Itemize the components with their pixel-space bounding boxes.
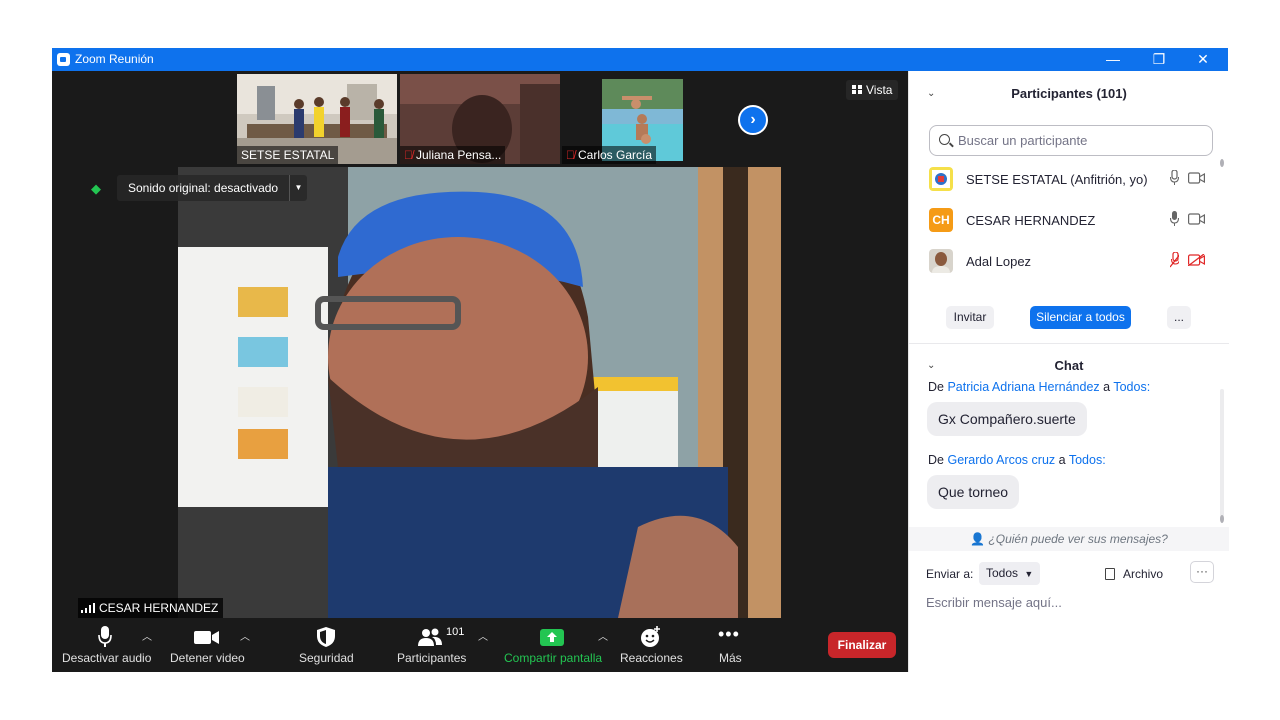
file-icon — [1105, 568, 1115, 580]
share-screen-button[interactable]: ︿ Compartir pantalla — [500, 620, 608, 672]
close-button[interactable]: ✕ — [1180, 48, 1226, 71]
thumbnail-video[interactable]: SETSE ESTATAL — [237, 74, 397, 164]
chat-bubble[interactable]: Gx Compañero.suerte — [927, 402, 1087, 436]
security-button[interactable]: Seguridad — [292, 620, 362, 672]
chevron-down-icon: ▼ — [1024, 569, 1034, 579]
send-to-dropdown[interactable]: Todos ▼ — [979, 562, 1041, 585]
chat-sender[interactable]: Patricia Adriana Hernández — [947, 381, 1099, 394]
participant-row[interactable]: Adal Lopez — [927, 247, 1207, 275]
chat-recipient[interactable]: Todos: — [1069, 453, 1106, 467]
video-camera-icon[interactable] — [1188, 213, 1205, 225]
window-title: Zoom Reunión — [75, 52, 154, 66]
participants-count: 101 — [446, 626, 465, 638]
send-to-label: Enviar a: — [926, 567, 974, 581]
microphone-icon — [98, 626, 112, 647]
chevron-up-icon[interactable]: ︿ — [142, 628, 152, 643]
chat-messages: De Patricia Adriana Hernández a Todos: G… — [909, 381, 1229, 527]
chevron-up-icon[interactable]: ︿ — [240, 628, 250, 643]
invite-button[interactable]: Invitar — [946, 306, 994, 329]
original-sound-toggle[interactable]: Sonido original: desactivado ▼ — [117, 175, 307, 201]
minimize-button[interactable]: — — [1090, 48, 1136, 71]
participant-search-input[interactable]: Buscar un participante — [929, 125, 1213, 156]
chat-scroll-track — [1220, 389, 1224, 521]
participant-list-scroll-track — [1220, 159, 1224, 289]
meeting-toolbar: ︿ Desactivar audio ︿ Detener video Segur… — [52, 620, 908, 672]
video-camera-icon[interactable] — [1188, 172, 1205, 184]
zoom-window: Zoom Reunión — ❐ ✕ SETSE ESTATAL 🎙̸ Juli… — [52, 48, 1229, 672]
mic-muted-icon: 🎙̸ — [566, 148, 575, 162]
participants-title: Participantes (101) — [1011, 86, 1127, 101]
chat-sender[interactable]: Gerardo Arcos cruz — [947, 453, 1055, 467]
video-area: SETSE ESTATAL 🎙̸ Juliana Pensa... 🎙̸ Carlo… — [52, 71, 908, 672]
grid-icon — [852, 85, 862, 94]
chat-scrollbar[interactable] — [1220, 515, 1224, 523]
encryption-shield-icon[interactable]: ◆ — [91, 181, 105, 196]
chat-title: Chat — [1054, 358, 1084, 373]
chat-message-input[interactable]: Escribir mensaje aquí... — [926, 595, 1062, 610]
speaker-name-label: CESAR HERNANDEZ — [78, 598, 224, 618]
who-can-see-messages-link[interactable]: 👤 ¿Quién puede ver sus mensajes? — [909, 527, 1229, 551]
host-logo-avatar — [929, 167, 953, 191]
chat-message-header: De Gerardo Arcos cruz a Todos: — [928, 453, 1106, 467]
participants-more-button[interactable]: ... — [1167, 306, 1191, 329]
video-off-icon[interactable] — [1188, 254, 1205, 266]
photo-avatar — [929, 249, 953, 273]
mute-button[interactable]: ︿ Desactivar audio — [60, 620, 152, 672]
chat-more-button[interactable]: ··· — [1190, 561, 1214, 583]
end-meeting-button[interactable]: Finalizar — [828, 632, 896, 658]
initials-avatar: CH — [929, 208, 953, 232]
thumbnail-video[interactable]: 🎙̸ Juliana Pensa... — [400, 74, 560, 164]
chat-message-header: De Patricia Adriana Hernández a Todos: — [928, 381, 1151, 394]
signal-strength-icon — [81, 603, 95, 613]
chat-bubble[interactable]: Que torneo — [927, 475, 1020, 509]
stop-video-button[interactable]: ︿ Detener video — [164, 620, 258, 672]
thumbnail-name: SETSE ESTATAL — [237, 146, 339, 164]
speaker-video-image — [178, 167, 781, 618]
title-bar: Zoom Reunión — ❐ ✕ — [52, 48, 1228, 71]
participants-button[interactable]: 101 ︿ Participantes — [392, 620, 492, 672]
more-button[interactable]: ••• Más — [712, 620, 748, 672]
microphone-icon[interactable] — [1170, 211, 1179, 227]
side-panel: ⌄ Participantes (101) Buscar un particip… — [908, 71, 1229, 672]
share-screen-icon — [540, 629, 564, 646]
next-page-button[interactable]: › — [738, 105, 768, 135]
more-dots-icon: ••• — [718, 624, 740, 644]
microphone-icon[interactable] — [1170, 170, 1179, 186]
active-speaker-video[interactable] — [178, 167, 781, 618]
smiley-add-icon — [641, 626, 660, 647]
view-button[interactable]: Vista — [846, 80, 899, 100]
participants-icon — [418, 628, 442, 646]
thumbnail-video[interactable]: 🎙̸ Carlos García — [562, 74, 722, 164]
zoom-app-icon — [57, 53, 70, 66]
search-icon — [939, 134, 950, 145]
panel-divider — [909, 343, 1229, 344]
chat-recipient[interactable]: Todos: — [1113, 381, 1150, 394]
thumbnail-name: 🎙̸ Carlos García — [562, 146, 657, 164]
chevron-down-icon[interactable]: ▼ — [289, 175, 307, 201]
reactions-button[interactable]: Reacciones — [618, 620, 683, 672]
person-icon: 👤 — [970, 532, 986, 546]
mute-all-button[interactable]: Silenciar a todos — [1030, 306, 1131, 329]
chevron-up-icon[interactable]: ︿ — [478, 628, 488, 643]
participant-row[interactable]: SETSE ESTATAL (Anfitrión, yo) — [927, 165, 1207, 193]
participant-list-scrollbar[interactable] — [1220, 159, 1224, 167]
thumbnail-name: 🎙̸ Juliana Pensa... — [400, 146, 506, 164]
file-button[interactable]: Archivo — [1105, 567, 1163, 581]
participant-row[interactable]: CH CESAR HERNANDEZ — [927, 206, 1207, 234]
mic-muted-icon[interactable] — [1170, 252, 1179, 268]
mic-muted-icon: 🎙̸ — [404, 148, 413, 162]
chevron-up-icon[interactable]: ︿ — [598, 628, 608, 643]
chevron-right-icon: › — [750, 111, 756, 128]
video-camera-icon — [194, 631, 219, 644]
restore-button[interactable]: ❐ — [1136, 48, 1182, 71]
participants-header: ⌄ Participantes (101) — [909, 71, 1229, 115]
shield-icon — [317, 627, 335, 647]
